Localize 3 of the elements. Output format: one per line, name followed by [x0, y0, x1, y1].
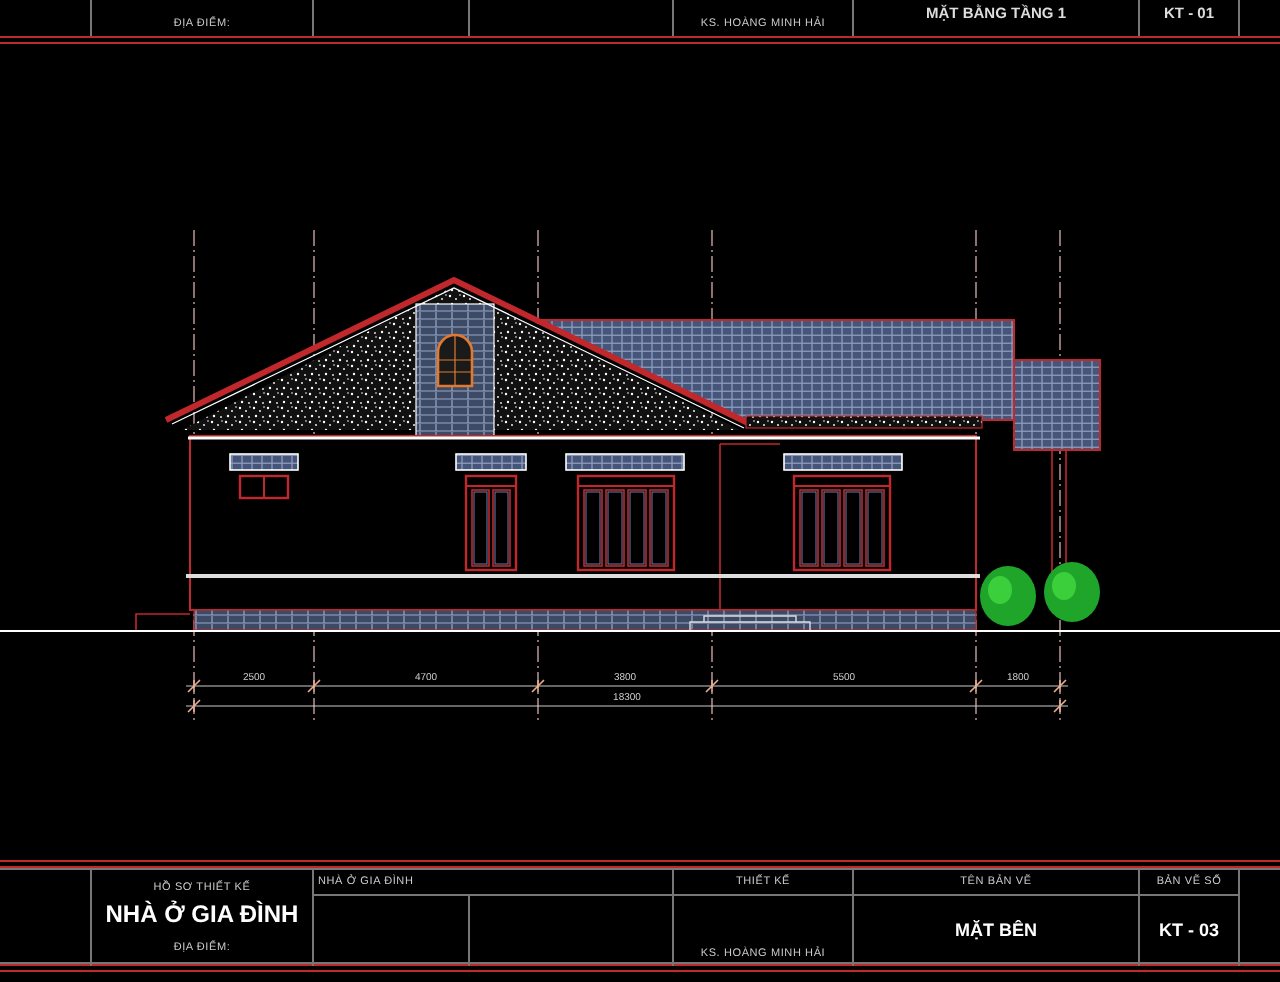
drawing-name: MẶT BÊN [955, 917, 1037, 944]
drawing-number: KT - 03 [1158, 917, 1219, 944]
project-name: NHÀ Ở GIA ĐÌNH [105, 898, 299, 932]
